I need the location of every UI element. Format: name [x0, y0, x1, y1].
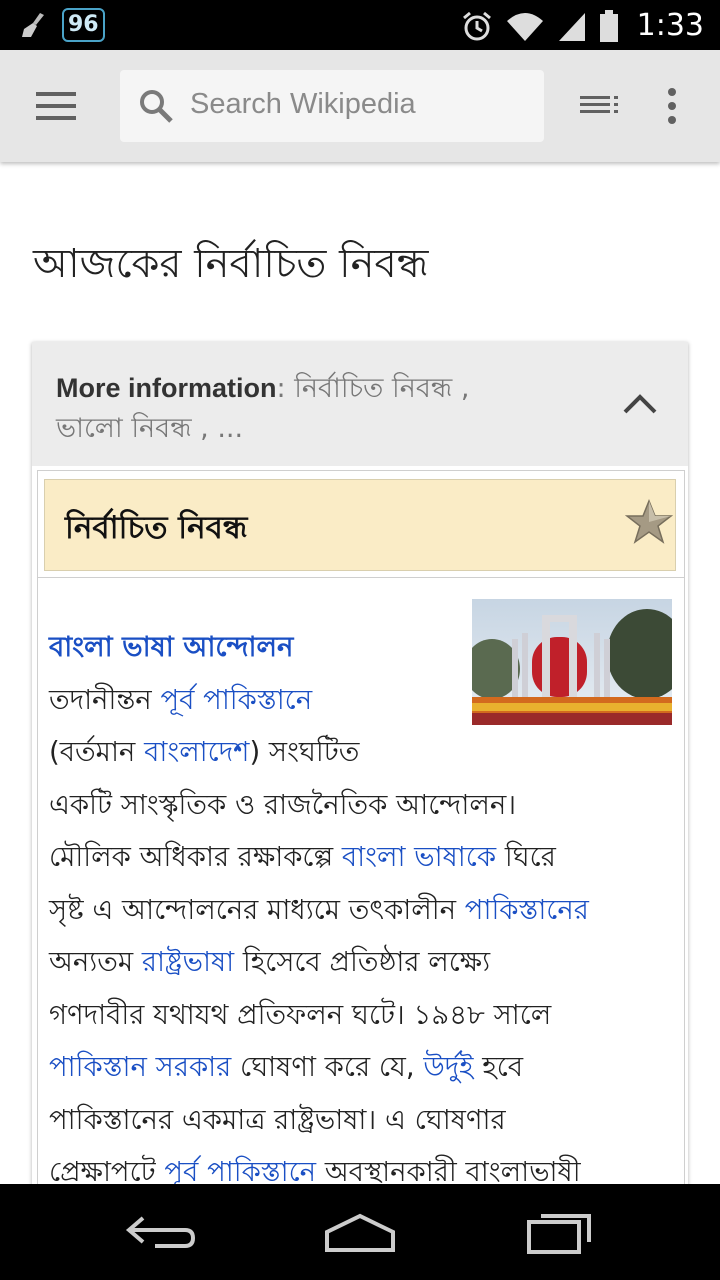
link-state-language[interactable]: রাষ্ট্রভাষা	[142, 946, 234, 978]
notification-count-badge: 96	[62, 8, 105, 42]
text-segment: তদানীন্তন	[49, 683, 161, 716]
text-segment: অন্যতম	[49, 946, 142, 978]
search-input[interactable]: Search Wikipedia	[120, 70, 544, 142]
page-title: আজকের নির্বাচিত নিবন্ধ	[33, 241, 429, 287]
home-icon[interactable]	[315, 1204, 405, 1260]
text-segment: ঘোষণা করে যে,	[231, 1051, 424, 1083]
more-information-line2: ভালো নিবন্ধ , ...	[56, 413, 244, 444]
broom-icon	[22, 13, 44, 37]
more-information-text: More information: নির্বাচিত নিবন্ধ , ভাল…	[56, 368, 576, 449]
chevron-up-icon[interactable]	[622, 392, 658, 416]
text-line: গণদাবীর যথাযথ প্রতিফলন ঘটে। ১৯৪৮ সালে	[49, 998, 552, 1031]
infobox: নির্বাচিত নিবন্ধ বাংলা ভাষা আন্দোলন তদান…	[37, 470, 685, 1212]
link-urdu[interactable]: উর্দুই	[423, 1051, 473, 1083]
text-segment: হবে	[473, 1051, 524, 1083]
article-extract: বাংলা ভাষা আন্দোলন তদানীন্তন পূর্ব পাকিস…	[49, 621, 679, 1199]
text-segment: হিসেবে প্রতিষ্ঠার লক্ষ্যে	[234, 946, 491, 978]
article-title-link[interactable]: বাংলা ভাষা আন্দোলন	[49, 631, 293, 663]
search-icon	[140, 90, 173, 123]
more-information-line1: নির্বাচিত নিবন্ধ ,	[285, 373, 470, 404]
text-segment: সৃষ্ট এ আন্দোলনের মাধ্যমে তৎকালীন	[49, 893, 465, 926]
link-pakistan-government[interactable]: পাকিস্তান সরকার	[49, 1051, 231, 1083]
link-bangladesh[interactable]: বাংলাদেশ	[144, 736, 249, 768]
recents-icon[interactable]	[515, 1204, 605, 1260]
more-information-separator: :	[276, 373, 286, 404]
text-segment: ঘিরে	[496, 841, 556, 873]
signal-icon	[558, 12, 585, 41]
more-information-toggle[interactable]: More information: নির্বাচিত নিবন্ধ , ভাল…	[32, 342, 688, 466]
link-bengali-language[interactable]: বাংলা ভাষাকে	[342, 841, 496, 873]
text-segment: মৌলিক অধিকার রক্ষাকল্পে	[49, 841, 342, 873]
link-east-pakistan[interactable]: পূর্ব পাকিস্তানে	[160, 684, 312, 716]
back-icon[interactable]	[115, 1204, 205, 1260]
menu-icon[interactable]	[24, 82, 88, 130]
clock-time: 1:33	[636, 8, 704, 43]
featured-article-card: More information: নির্বাচিত নিবন্ধ , ভাল…	[32, 342, 688, 1212]
overflow-menu-icon[interactable]	[648, 82, 696, 130]
divider	[38, 577, 684, 578]
more-information-label: More information	[56, 373, 277, 403]
text-line: পাকিস্তানের একমাত্র রাষ্ট্রভাষা। এ ঘোষণা…	[49, 1103, 506, 1136]
text-segment: ) সংঘটিত	[249, 736, 360, 768]
featured-header: নির্বাচিত নিবন্ধ	[44, 479, 676, 571]
link-pakistan[interactable]: পাকিস্তানের	[465, 894, 589, 926]
system-nav-bar	[0, 1184, 720, 1280]
alarm-icon	[462, 11, 491, 40]
star-icon	[625, 498, 673, 544]
toc-icon[interactable]	[576, 82, 624, 130]
featured-title: নির্বাচিত নিবন্ধ	[65, 510, 248, 546]
status-bar: 96 1:33	[0, 0, 720, 50]
battery-icon	[599, 9, 618, 42]
search-placeholder: Search Wikipedia	[190, 88, 416, 120]
app-toolbar: Search Wikipedia	[0, 50, 720, 162]
text-line: একটি সাংস্কৃতিক ও রাজনৈতিক আন্দোলন।	[49, 788, 517, 821]
wifi-icon	[506, 12, 543, 41]
text-segment: (বর্তমান	[49, 736, 145, 768]
